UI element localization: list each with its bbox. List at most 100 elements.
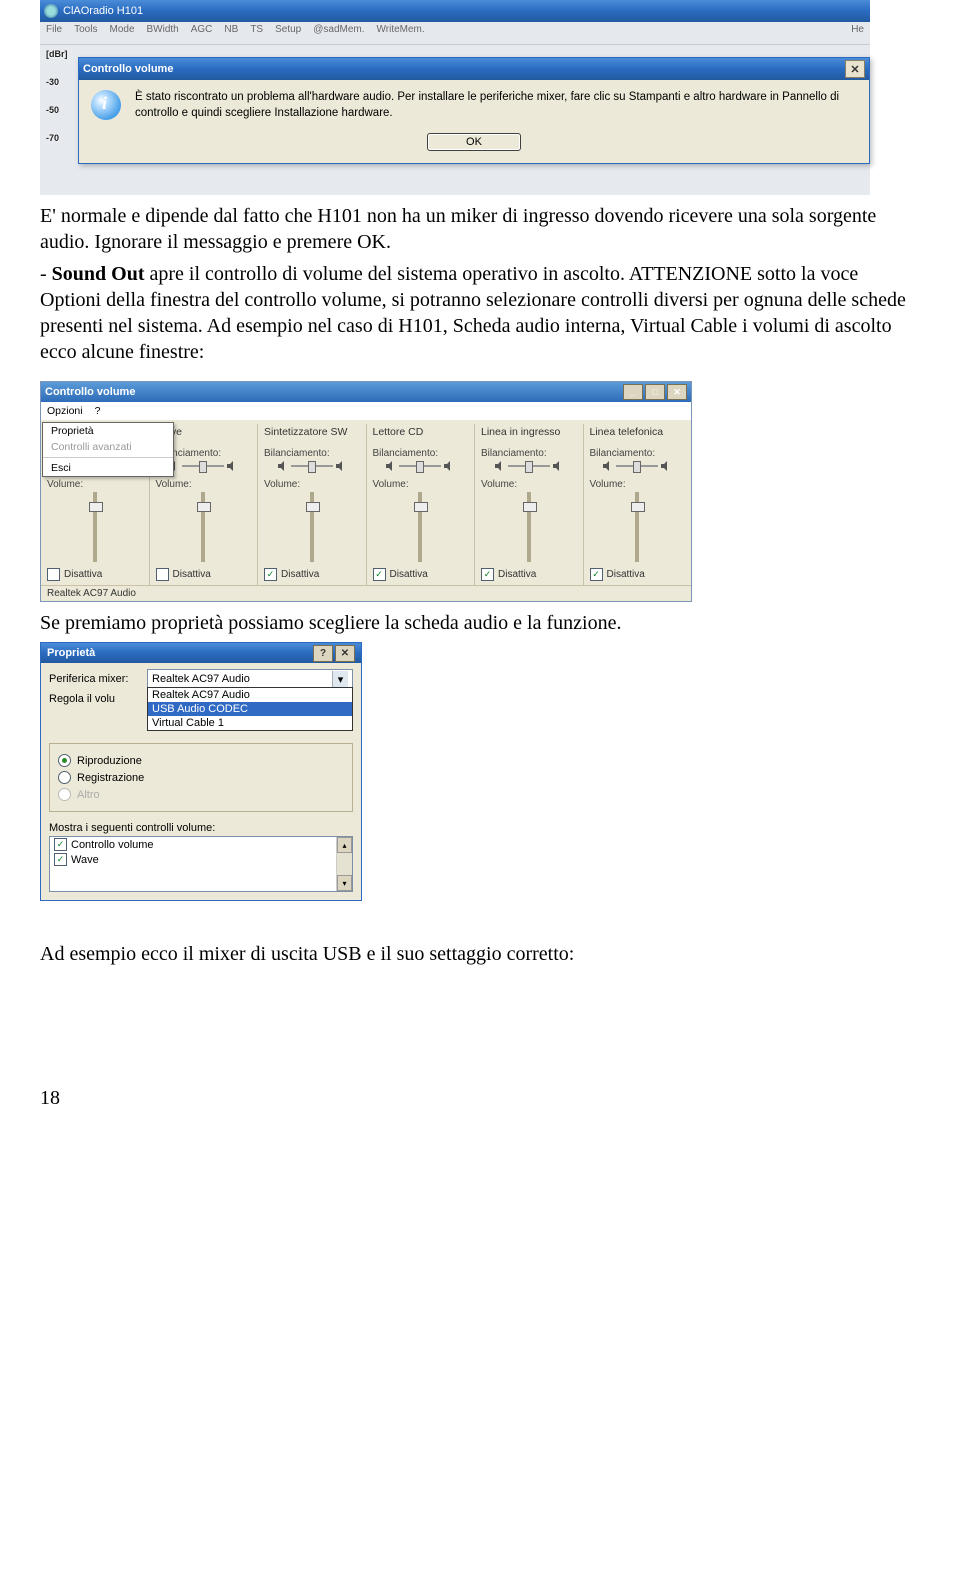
radio-playback[interactable]: Riproduzione <box>58 754 344 767</box>
mixer-titlebar: Controllo volume _ □ ✕ <box>41 382 691 402</box>
combo-option[interactable]: Realtek AC97 Audio <box>148 688 352 702</box>
body-text: - Sound Out apre il controllo di volume … <box>40 261 920 365</box>
mute-checkbox[interactable]: ✓Disattiva <box>590 568 686 581</box>
radio-recording[interactable]: Registrazione <box>58 771 344 784</box>
radio-icon <box>58 754 71 767</box>
scroll-down-icon[interactable]: ▾ <box>337 875 352 891</box>
speaker-icon <box>444 461 454 471</box>
balance-slider[interactable] <box>264 461 360 471</box>
mixer-channel: Linea in ingressoBilanciamento:Volume:✓D… <box>474 424 583 585</box>
balance-label: Bilanciamento: <box>590 448 686 459</box>
menu-item-advanced[interactable]: Controlli avanzati <box>43 439 173 455</box>
db-scale: [dBr] -30 -50 -70 <box>46 45 68 161</box>
mixer-device-combo[interactable]: Realtek AC97 Audio ▾ <box>147 669 353 689</box>
radio-other: Altro <box>58 788 344 801</box>
app-menubar: File Tools Mode BWidth AGC NB TS Setup @… <box>40 22 870 45</box>
db-label: [dBr] <box>46 49 68 59</box>
volume-slider[interactable] <box>527 492 531 562</box>
mute-checkbox[interactable]: ✓Disattiva <box>373 568 469 581</box>
combo-option-selected[interactable]: USB Audio CODEC <box>148 702 352 716</box>
props-title: Proprietà <box>47 647 95 659</box>
label-adjust-volume: Regola il volu <box>49 693 141 705</box>
speaker-icon <box>661 461 671 471</box>
close-button[interactable]: ✕ <box>845 60 865 78</box>
mixer-channel: Linea telefonicaBilanciamento:Volume:✓Di… <box>583 424 692 585</box>
controls-listbox[interactable]: ✓ Controllo volume ✓ Wave ▴ ▾ <box>49 836 353 892</box>
mute-checkbox[interactable]: Disattiva <box>47 568 143 581</box>
menu-file[interactable]: File <box>46 24 62 42</box>
screenshot-error-dialog: ClAOradio H101 File Tools Mode BWidth AG… <box>40 0 870 195</box>
speaker-icon <box>553 461 563 471</box>
mixer-channel: Lettore CDBilanciamento:Volume:✓Disattiv… <box>366 424 475 585</box>
app-icon <box>44 4 58 18</box>
menu-ts[interactable]: TS <box>250 24 263 42</box>
adjust-groupbox: Riproduzione Registrazione Altro <box>49 743 353 812</box>
checkbox-icon: ✓ <box>264 568 277 581</box>
options-dropdown: Proprietà Controlli avanzati Esci <box>42 422 174 477</box>
menu-item-exit[interactable]: Esci <box>43 460 173 476</box>
combo-option[interactable]: Virtual Cable 1 <box>148 716 352 730</box>
body-text: Ad esempio ecco il mixer di uscita USB e… <box>40 941 920 967</box>
menu-readmem[interactable]: @sadMem. <box>313 24 364 42</box>
mixer-channel: Sintetizzatore SWBilanciamento:Volume:✓D… <box>257 424 366 585</box>
volume-slider[interactable] <box>635 492 639 562</box>
menu-options[interactable]: Opzioni Proprietà Controlli avanzati Esc… <box>47 405 83 417</box>
menu-mode[interactable]: Mode <box>109 24 134 42</box>
dialog-titlebar: Controllo volume ✕ <box>79 58 869 80</box>
balance-slider[interactable] <box>481 461 577 471</box>
menu-tools[interactable]: Tools <box>74 24 97 42</box>
volume-label: Volume: <box>373 479 469 490</box>
close-button[interactable]: ✕ <box>335 645 355 662</box>
speaker-icon <box>386 461 396 471</box>
menu-writemem[interactable]: WriteMem. <box>377 24 425 42</box>
info-icon <box>91 90 121 120</box>
balance-slider[interactable] <box>590 461 686 471</box>
speaker-icon <box>495 461 505 471</box>
mixer-menubar: Opzioni Proprietà Controlli avanzati Esc… <box>41 402 691 420</box>
volume-slider[interactable] <box>93 492 97 562</box>
minimize-button[interactable]: _ <box>623 384 643 400</box>
combo-dropdown-list: Realtek AC97 Audio USB Audio CODEC Virtu… <box>147 687 353 731</box>
menu-setup[interactable]: Setup <box>275 24 301 42</box>
app-titlebar: ClAOradio H101 <box>40 0 870 22</box>
close-button[interactable]: ✕ <box>667 384 687 400</box>
volume-slider[interactable] <box>310 492 314 562</box>
checkbox-icon: ✓ <box>590 568 603 581</box>
volume-label: Volume: <box>590 479 686 490</box>
menu-agc[interactable]: AGC <box>191 24 213 42</box>
speaker-icon <box>603 461 613 471</box>
balance-label: Bilanciamento: <box>373 448 469 459</box>
checkbox-icon: ✓ <box>481 568 494 581</box>
mute-checkbox[interactable]: ✓Disattiva <box>481 568 577 581</box>
dialog-title: Controllo volume <box>83 63 173 75</box>
volume-slider[interactable] <box>418 492 422 562</box>
label-mixer-device: Periferica mixer: <box>49 673 141 685</box>
volume-label: Volume: <box>481 479 577 490</box>
volume-slider[interactable] <box>201 492 205 562</box>
menu-bwidth[interactable]: BWidth <box>147 24 179 42</box>
label-show-controls: Mostra i seguenti controlli volume: <box>49 822 353 834</box>
scrollbar[interactable]: ▴ ▾ <box>336 837 352 891</box>
balance-slider[interactable] <box>373 461 469 471</box>
mute-checkbox[interactable]: ✓Disattiva <box>264 568 360 581</box>
radio-icon <box>58 771 71 784</box>
checkbox-icon <box>47 568 60 581</box>
page-number: 18 <box>40 1087 920 1110</box>
menu-nb[interactable]: NB <box>224 24 238 42</box>
list-item[interactable]: ✓ Controllo volume <box>50 837 352 852</box>
mute-checkbox[interactable]: Disattiva <box>156 568 252 581</box>
screenshot-properties-dialog: Proprietà ? ✕ Periferica mixer: Realtek … <box>40 642 362 901</box>
dialog-message: È stato riscontrato un problema all'hard… <box>135 90 857 121</box>
list-item[interactable]: ✓ Wave <box>50 852 352 867</box>
menu-item-properties[interactable]: Proprietà <box>43 423 173 439</box>
db-tick: -70 <box>46 133 68 143</box>
bold-term: Sound Out <box>52 263 145 285</box>
channel-name: Sintetizzatore SW <box>264 426 360 438</box>
menu-help[interactable]: ? <box>95 405 101 417</box>
maximize-button[interactable]: □ <box>645 384 665 400</box>
volume-label: Volume: <box>47 479 143 490</box>
help-button[interactable]: ? <box>313 645 333 662</box>
ok-button[interactable]: OK <box>427 133 521 151</box>
scroll-up-icon[interactable]: ▴ <box>337 837 352 853</box>
menu-help[interactable]: He <box>851 24 864 42</box>
